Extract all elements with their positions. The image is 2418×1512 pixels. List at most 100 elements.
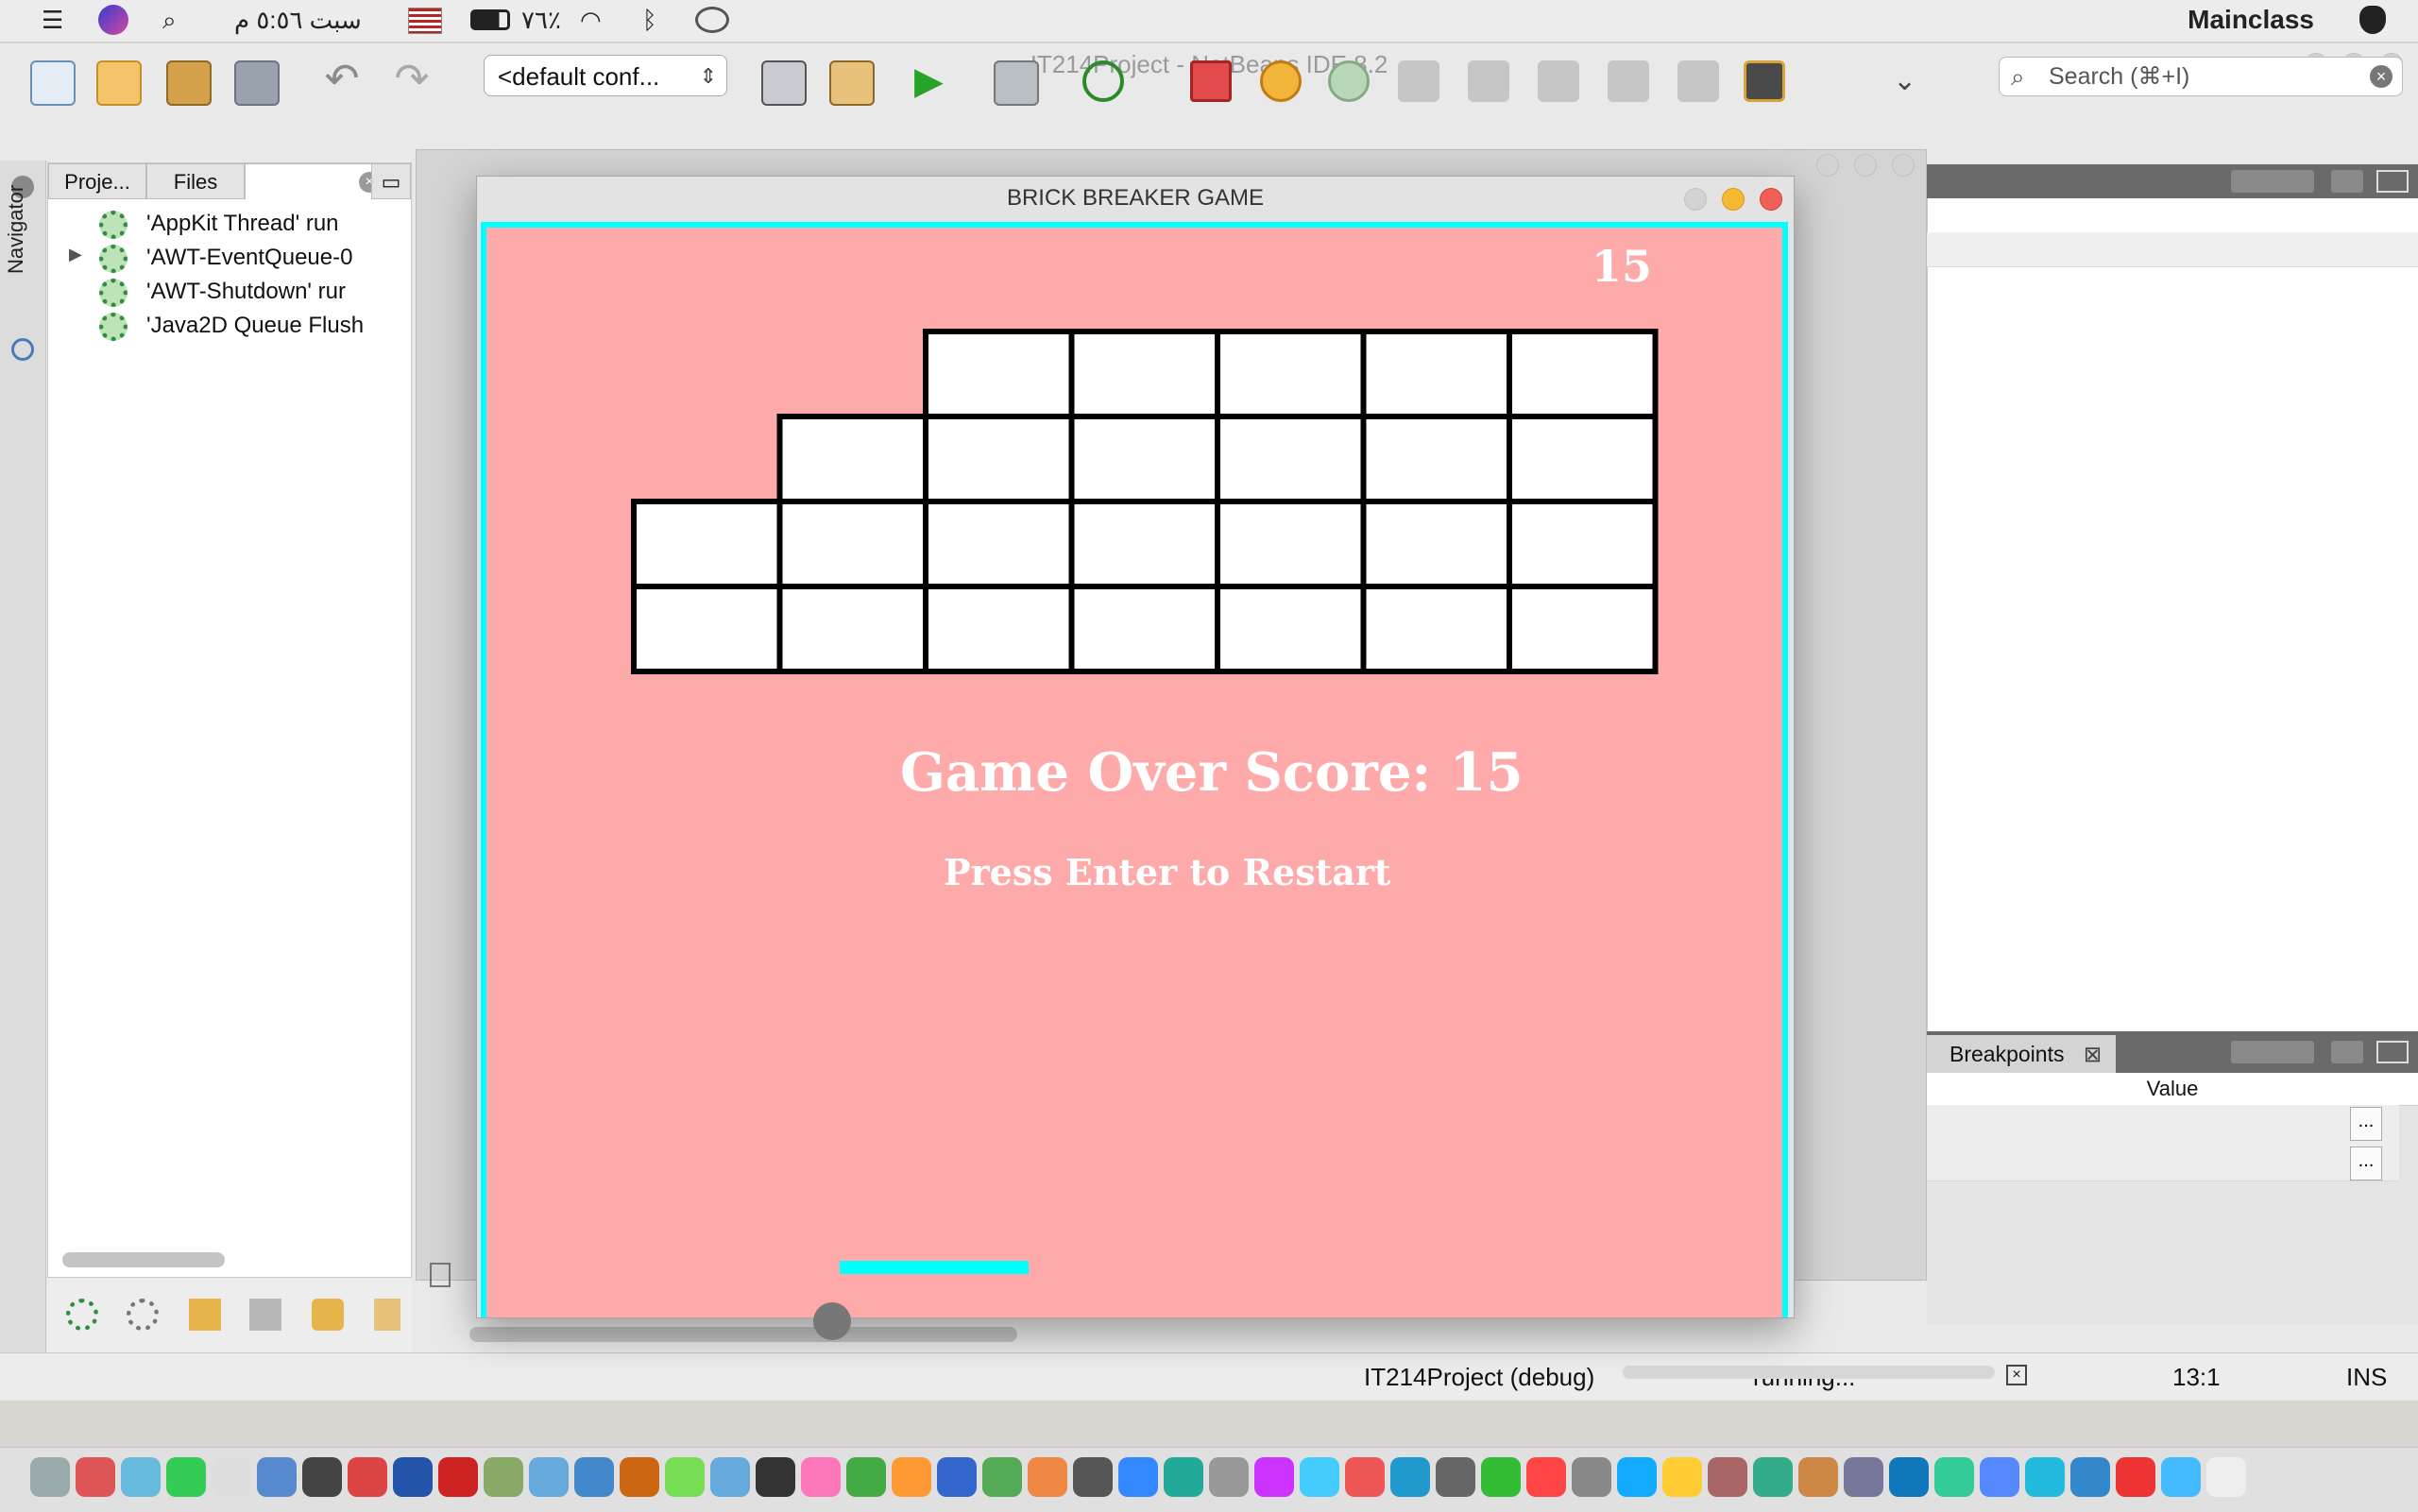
- app-icon[interactable]: [1753, 1457, 1793, 1497]
- app-icon[interactable]: [801, 1457, 841, 1497]
- creative-cloud-icon[interactable]: [695, 7, 729, 33]
- configuration-select[interactable]: <default conf... ⇕: [484, 55, 727, 96]
- clean-build-icon[interactable]: [829, 60, 875, 106]
- pause-icon[interactable]: [1260, 60, 1302, 102]
- game-canvas[interactable]: 15 Game Over Score: 15 Press Enter to Re…: [481, 222, 1788, 1340]
- suspend-thread-icon[interactable]: [127, 1299, 159, 1331]
- panel-nav-buttons[interactable]: [2231, 1041, 2314, 1063]
- clock[interactable]: سبت ٥:٥٦ م: [234, 6, 362, 35]
- app-icon[interactable]: [2070, 1457, 2110, 1497]
- app-icon[interactable]: [393, 1457, 433, 1497]
- maximize-icon[interactable]: [2376, 170, 2409, 193]
- app-icon[interactable]: [1662, 1457, 1702, 1497]
- app-icon[interactable]: [2025, 1457, 2065, 1497]
- app-icon[interactable]: [937, 1457, 977, 1497]
- minimize-panel-button[interactable]: ▭: [371, 163, 411, 199]
- bg-close-button[interactable]: [1816, 154, 1839, 177]
- app-icon[interactable]: [1798, 1457, 1838, 1497]
- bg-zoom-button[interactable]: [1892, 154, 1915, 177]
- run-to-cursor-icon[interactable]: [1608, 60, 1649, 102]
- app-icon[interactable]: [1572, 1457, 1611, 1497]
- app-icon[interactable]: [348, 1457, 387, 1497]
- app-icon[interactable]: [1934, 1457, 1974, 1497]
- group-icon[interactable]: [374, 1299, 400, 1331]
- app-icon[interactable]: [620, 1457, 659, 1497]
- edit-value-button[interactable]: ...: [2350, 1107, 2382, 1141]
- app-icon[interactable]: [1436, 1457, 1475, 1497]
- app-icon[interactable]: [30, 1457, 70, 1497]
- new-file-icon[interactable]: [30, 60, 76, 106]
- app-icon[interactable]: [1526, 1457, 1566, 1497]
- close-tab-icon[interactable]: ⊠: [2084, 1042, 2102, 1066]
- thread-item[interactable]: 'AWT-Shutdown' rur: [146, 279, 413, 305]
- step-out-icon[interactable]: [1538, 60, 1579, 102]
- bluetooth-icon[interactable]: ᛒ: [642, 6, 657, 35]
- open-project-icon[interactable]: [166, 60, 212, 106]
- resume-thread-icon[interactable]: [66, 1299, 98, 1331]
- screenshot-icon[interactable]: [1744, 60, 1785, 102]
- lock-icon[interactable]: [312, 1299, 344, 1331]
- apply-changes-icon[interactable]: [1677, 60, 1719, 102]
- app-icon[interactable]: [257, 1457, 297, 1497]
- game-close-button[interactable]: [1760, 188, 1782, 211]
- app-icon[interactable]: [982, 1457, 1022, 1497]
- stop-icon[interactable]: [1190, 60, 1232, 102]
- app-icon[interactable]: [1118, 1457, 1158, 1497]
- profile-icon[interactable]: [1082, 60, 1124, 102]
- thread-item[interactable]: 'Java2D Queue Flush: [146, 313, 413, 339]
- app-icon[interactable]: [302, 1457, 342, 1497]
- build-icon[interactable]: [761, 60, 807, 106]
- step-over-icon[interactable]: [1398, 60, 1439, 102]
- tab-files[interactable]: Files: [146, 163, 245, 199]
- app-icon[interactable]: [1708, 1457, 1747, 1497]
- table-row[interactable]: [1927, 1143, 2399, 1181]
- app-icon[interactable]: [76, 1457, 115, 1497]
- app-icon[interactable]: [1300, 1457, 1339, 1497]
- cancel-progress-icon[interactable]: ×: [2006, 1365, 2027, 1385]
- siri-icon[interactable]: [98, 5, 128, 35]
- app-icon[interactable]: [665, 1457, 705, 1497]
- app-icon[interactable]: [1889, 1457, 1929, 1497]
- horizontal-scrollbar[interactable]: [62, 1252, 225, 1267]
- game-minimize-button[interactable]: [1722, 188, 1745, 211]
- insert-mode[interactable]: INS: [2346, 1363, 2387, 1392]
- continue-icon[interactable]: [1328, 60, 1370, 102]
- more-tools-icon[interactable]: ⌄: [1893, 60, 1934, 102]
- redo-icon[interactable]: ↷: [391, 59, 433, 102]
- app-icon[interactable]: [710, 1457, 750, 1497]
- panel-nav-buttons[interactable]: [2231, 170, 2314, 193]
- app-name[interactable]: Mainclass: [2188, 5, 2314, 35]
- new-project-icon[interactable]: [96, 60, 142, 106]
- table-row[interactable]: [1927, 1105, 2399, 1144]
- filter-icon[interactable]: [189, 1299, 221, 1331]
- edit-value-button[interactable]: ...: [2350, 1147, 2382, 1181]
- undo-icon[interactable]: ↶: [321, 59, 363, 102]
- search-input[interactable]: ⌕ Search (⌘+I) ×: [1999, 57, 2403, 96]
- chevron-down-icon[interactable]: [2331, 1041, 2363, 1063]
- app-icon[interactable]: [166, 1457, 206, 1497]
- app-icon[interactable]: [1209, 1457, 1249, 1497]
- app-icon[interactable]: [2206, 1457, 2246, 1497]
- flag-icon[interactable]: [408, 8, 442, 34]
- menu-icon[interactable]: ☰: [42, 6, 63, 35]
- chevron-down-icon[interactable]: [2331, 170, 2363, 193]
- tab-projects[interactable]: Proje...: [48, 163, 146, 199]
- app-icon[interactable]: [846, 1457, 886, 1497]
- thread-item[interactable]: 'AWT-EventQueue-0: [146, 245, 413, 271]
- clear-search-icon[interactable]: ×: [2370, 65, 2392, 88]
- app-icon[interactable]: [1345, 1457, 1385, 1497]
- debug-session[interactable]: IT214Project (debug): [1364, 1363, 1594, 1392]
- search-icon[interactable]: ⌕: [162, 6, 177, 36]
- apple-icon[interactable]: [2359, 6, 2386, 34]
- app-icon[interactable]: [1254, 1457, 1294, 1497]
- app-icon[interactable]: [1481, 1457, 1521, 1497]
- app-icon[interactable]: [2161, 1457, 2201, 1497]
- debug-icon[interactable]: [994, 60, 1039, 106]
- battery-icon[interactable]: [470, 9, 510, 30]
- tab-debugging[interactable]: ×: [245, 163, 386, 199]
- document-icon[interactable]: [430, 1263, 451, 1287]
- bg-minimize-button[interactable]: [1854, 154, 1877, 177]
- app-icon[interactable]: [1844, 1457, 1883, 1497]
- app-icon[interactable]: [2116, 1457, 2155, 1497]
- wifi-icon[interactable]: ◠: [580, 6, 602, 35]
